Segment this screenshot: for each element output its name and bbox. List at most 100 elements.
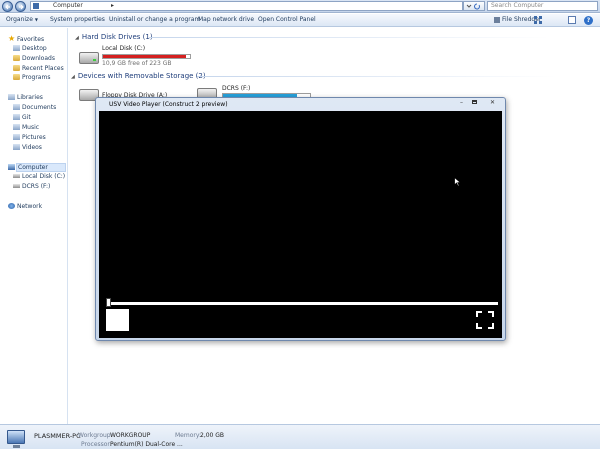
nav-item-pictures[interactable]: Pictures — [13, 134, 46, 141]
removable-drive-icon — [13, 184, 20, 188]
nav-computer[interactable]: Computer — [8, 163, 66, 172]
nav-item-downloads[interactable]: Downloads — [13, 55, 55, 62]
close-icon: ✕ — [489, 99, 496, 106]
nav-item-label: Pictures — [22, 134, 46, 141]
removable-group-header[interactable]: ◢ Devices with Removable Storage (2) — [71, 72, 206, 80]
nav-item-recent-places[interactable]: Recent Places — [13, 65, 64, 72]
memory-label: Memory: — [175, 432, 201, 439]
hard-disk-group-label: Hard Disk Drives (1) — [81, 33, 153, 41]
nav-libraries-label: Libraries — [17, 94, 43, 101]
nav-network[interactable]: Network — [8, 203, 43, 210]
seek-handle[interactable] — [106, 298, 111, 307]
window-title: USV Video Player (Construct 2 preview) — [109, 101, 228, 108]
nav-item-label: Local Disk (C:) — [22, 173, 66, 180]
nav-item-label: DCRS (F:) — [22, 183, 51, 190]
maximize-icon — [472, 100, 477, 104]
map-network-drive-button[interactable]: Map network drive — [198, 16, 254, 23]
drive-free-space: 10,9 GB free of 223 GB — [102, 60, 172, 67]
network-icon — [8, 203, 15, 209]
nav-favorites[interactable]: ★ Favorites — [8, 35, 44, 44]
computer-name: PLASMMER-PC — [34, 432, 81, 440]
nav-item-git[interactable]: Git — [13, 114, 31, 121]
change-view-button[interactable] — [534, 16, 542, 24]
preview-pane-button[interactable] — [568, 16, 576, 24]
nav-item-label: Recent Places — [22, 65, 64, 72]
play-button[interactable] — [106, 309, 129, 331]
video-canvas[interactable] — [99, 111, 502, 338]
workgroup-value: WORKGROUP — [110, 432, 151, 439]
drive-name: Local Disk (C:) — [102, 45, 146, 52]
computer-icon — [33, 3, 39, 9]
group-divider — [197, 76, 557, 77]
downloads-folder-icon — [13, 55, 20, 61]
forward-button[interactable] — [15, 1, 26, 12]
close-button[interactable]: ✕ — [484, 100, 501, 107]
collapse-icon: ◢ — [71, 74, 75, 80]
nav-item-label: Git — [22, 114, 31, 121]
memory-value: 2,00 GB — [200, 432, 225, 439]
nav-item-label: Downloads — [22, 55, 55, 62]
nav-item-music[interactable]: Music — [13, 124, 40, 131]
nav-libraries[interactable]: Libraries — [8, 94, 43, 101]
address-path[interactable]: Computer — [53, 2, 83, 10]
nav-item-desktop[interactable]: Desktop — [13, 45, 47, 52]
hard-drive-icon — [79, 52, 99, 64]
processor-label: Processor: — [81, 441, 112, 448]
nav-item-label: Videos — [22, 144, 42, 151]
workgroup-label: Workgroup: — [78, 432, 113, 439]
details-pane: PLASMMER-PC Workgroup: WORKGROUP Memory:… — [0, 424, 600, 449]
processor-value: Pentium(R) Dual-Core ... — [110, 441, 183, 448]
refresh-icon — [466, 3, 480, 10]
organize-label: Organize — [6, 16, 33, 23]
programs-folder-icon — [13, 74, 20, 80]
navigation-pane: ★ Favorites Desktop Downloads Recent Pla… — [0, 28, 68, 424]
minimize-button[interactable]: – — [456, 100, 467, 107]
seek-bar[interactable] — [107, 302, 498, 305]
capacity-bar-fill — [103, 55, 186, 58]
nav-item-label: Music — [22, 124, 40, 131]
maximize-button[interactable] — [469, 100, 480, 107]
documents-icon — [13, 104, 20, 110]
address-field[interactable]: Computer ▸ — [30, 1, 463, 11]
minimize-icon: – — [460, 99, 463, 106]
nav-item-label: Documents — [22, 104, 57, 111]
star-icon: ★ — [8, 34, 16, 43]
recent-places-icon — [13, 65, 20, 71]
pictures-icon — [13, 134, 20, 140]
address-bar: Computer ▸ Search Computer — [0, 0, 600, 13]
nav-item-label: Programs — [22, 74, 51, 81]
search-placeholder: Search Computer — [491, 2, 544, 9]
refresh-button[interactable] — [463, 1, 485, 11]
forward-icon — [19, 4, 24, 10]
nav-network-label: Network — [17, 203, 43, 210]
search-input[interactable]: Search Computer — [487, 1, 598, 11]
path-separator-icon[interactable]: ▸ — [111, 2, 114, 10]
capacity-bar — [102, 54, 191, 59]
fullscreen-icon[interactable] — [476, 311, 494, 329]
mouse-cursor-icon — [454, 177, 461, 187]
nav-item-dcrs[interactable]: DCRS (F:) — [13, 183, 51, 190]
git-library-icon — [13, 114, 20, 120]
nav-item-label: Desktop — [22, 45, 47, 52]
computer-icon — [8, 164, 15, 170]
removable-group-label: Devices with Removable Storage (2) — [77, 72, 206, 80]
system-properties-button[interactable]: System properties — [50, 16, 105, 23]
nav-item-local-disk[interactable]: Local Disk (C:) — [13, 173, 66, 180]
nav-item-programs[interactable]: Programs — [13, 74, 51, 81]
help-button[interactable]: ? — [584, 16, 593, 25]
group-divider — [149, 37, 549, 38]
video-player-window: USV Video Player (Construct 2 preview) –… — [95, 97, 506, 341]
open-control-panel-button[interactable]: Open Control Panel — [258, 16, 316, 23]
nav-item-documents[interactable]: Documents — [13, 104, 57, 111]
view-icon — [534, 16, 542, 24]
back-button[interactable] — [2, 1, 13, 12]
desktop-icon — [13, 45, 20, 51]
libraries-icon — [8, 94, 15, 100]
uninstall-program-button[interactable]: Uninstall or change a program — [109, 16, 200, 23]
back-icon — [5, 4, 10, 10]
collapse-icon: ◢ — [75, 35, 79, 41]
organize-button[interactable]: Organize ▼ — [6, 16, 38, 23]
hard-disk-group-header[interactable]: ◢ Hard Disk Drives (1) — [75, 33, 153, 41]
chevron-down-icon: ▼ — [34, 17, 38, 22]
nav-item-videos[interactable]: Videos — [13, 144, 42, 151]
